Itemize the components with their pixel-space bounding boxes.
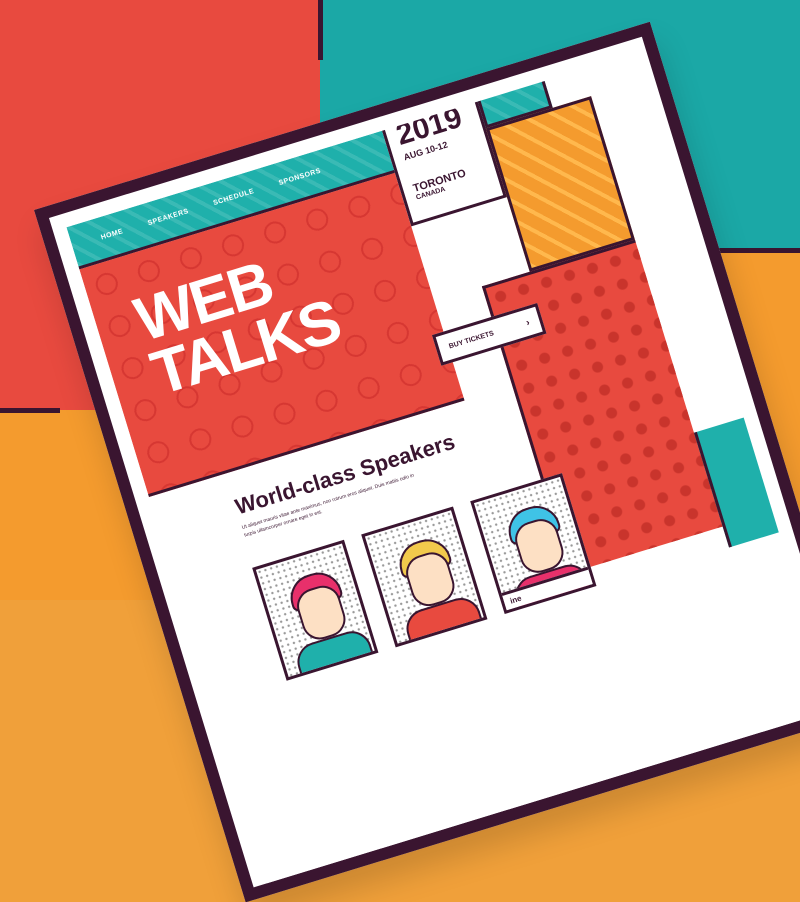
nav-item-speakers[interactable]: SPEAKERS xyxy=(147,208,190,227)
website-page: HOME SPEAKERS SCHEDULE SPONSORS WEB TALK… xyxy=(66,54,800,884)
divider-line xyxy=(318,0,323,60)
speaker-body xyxy=(292,626,379,681)
buy-tickets-label: BUY TICKETS xyxy=(448,329,495,350)
nav-item-sponsors[interactable]: SPONSORS xyxy=(278,168,322,187)
speaker-body xyxy=(401,593,488,648)
nav-item-schedule[interactable]: SCHEDULE xyxy=(213,188,256,207)
divider-line xyxy=(0,408,60,413)
chevron-right-icon: › xyxy=(524,316,532,329)
nav-item-home[interactable]: HOME xyxy=(100,228,124,241)
speaker-card[interactable] xyxy=(361,506,488,648)
speaker-card[interactable] xyxy=(252,539,379,681)
